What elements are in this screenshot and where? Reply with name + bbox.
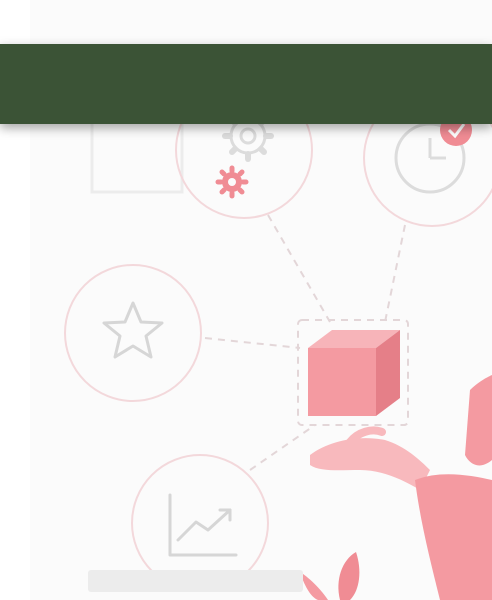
ground-bar — [88, 570, 303, 592]
header-banner — [0, 44, 492, 124]
page — [0, 0, 492, 600]
small-gear-icon — [215, 165, 249, 199]
box-icon — [308, 330, 400, 416]
